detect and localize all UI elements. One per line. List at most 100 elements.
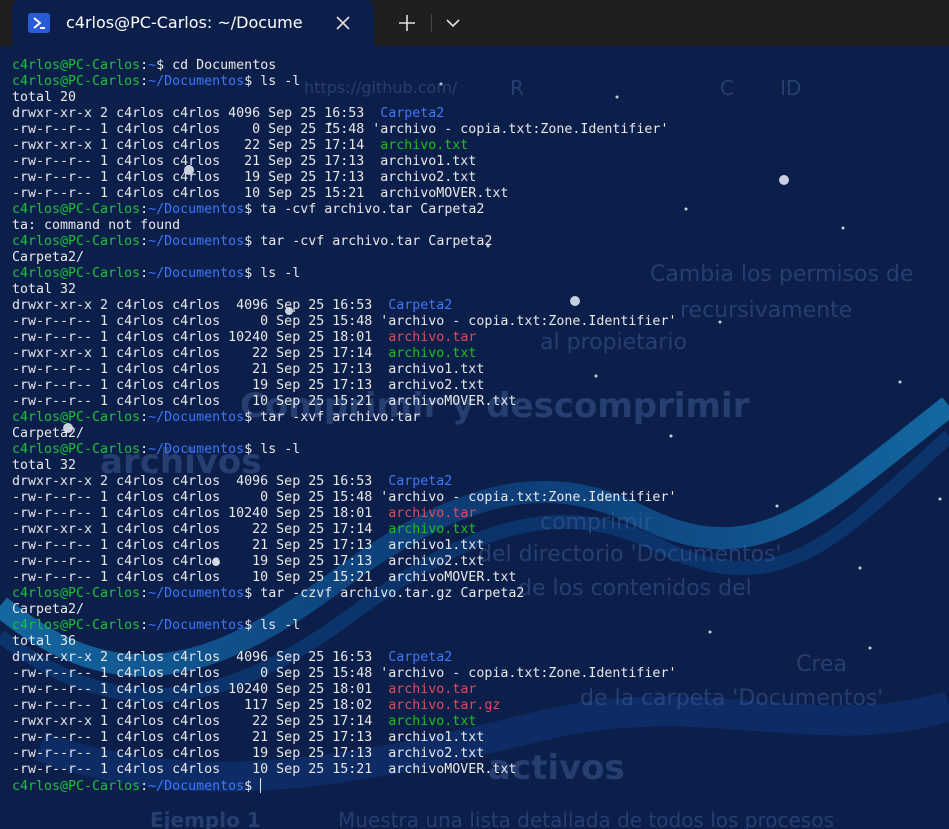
terminal-text: $ [244,779,261,794]
terminal-text: -rw-r--r-- 1 c4rlos c4rlos 10 Sep 25 15:… [12,394,517,409]
terminal-output[interactable]: c4rlos@PC-Carlos:~$ cd Documentos c4rlos@… [12,58,942,818]
terminal-line: -rw-r--r-- 1 c4rlos c4rlos 0 Sep 25 15:4… [12,314,942,330]
terminal-text: -rw-r--r-- 1 c4rlos c4rlos 117 Sep 25 18… [12,698,389,713]
terminal-text: archivo.tar.gz [388,698,501,713]
terminal-line: total 32 [12,282,942,298]
terminal-line: c4rlos@PC-Carlos:~/Documentos$ ls -l [12,266,942,282]
terminal-line: -rw-r--r-- 1 c4rlos c4rlos 0 Sep 25 15:4… [12,122,942,138]
terminal-line: Carpeta2/ [12,250,942,266]
terminal-text: $ tar -cvf archivo.tar Carpeta2 [244,234,493,249]
terminal-line: drwxr-xr-x 2 c4rlos c4rlos 4096 Sep 25 1… [12,474,942,490]
terminal-line: -rw-r--r-- 1 c4rlos c4rlos 10240 Sep 25 … [12,506,942,522]
terminal-text: : [140,266,149,281]
terminal-text: total 36 [12,634,77,649]
prompt-user: c4rlos@PC-Carlos [12,266,141,281]
prompt-path: ~/Documentos [148,410,245,425]
terminal-line: total 32 [12,458,942,474]
prompt-user: c4rlos@PC-Carlos [12,618,141,633]
terminal-text: archivo.txt [388,522,477,537]
terminal-text: total 20 [12,90,77,105]
prompt-user: c4rlos@PC-Carlos [12,74,141,89]
terminal-text: : [140,58,149,73]
prompt-user: c4rlos@PC-Carlos [12,410,141,425]
terminal-text: -rw-r--r-- 1 c4rlos c4rlos 19 Sep 25 17:… [12,746,485,761]
terminal-line: Carpeta2/ [12,602,942,618]
terminal-text: -rw-r--r-- 1 c4rlos c4rlos 21 Sep 25 17:… [12,730,485,745]
terminal-line: -rwxr-xr-x 1 c4rlos c4rlos 22 Sep 25 17:… [12,346,942,362]
terminal-text: drwxr-xr-x 2 c4rlos c4rlos 4096 Sep 25 1… [12,474,389,489]
terminal-text: : [140,234,149,249]
prompt-user: c4rlos@PC-Carlos [12,442,141,457]
terminal-text: -rwxr-xr-x 1 c4rlos c4rlos 22 Sep 25 17:… [12,138,381,153]
terminal-text: total 32 [12,282,77,297]
terminal-line: -rw-r--r-- 1 c4rlos c4rlos 117 Sep 25 18… [12,698,942,714]
terminal-text: Carpeta2 [388,650,453,665]
terminal-line: -rw-r--r-- 1 c4rlos c4rlos 10240 Sep 25 … [12,330,942,346]
terminal-line: c4rlos@PC-Carlos:~/Documentos$ tar -czvf… [12,586,942,602]
terminal-text: drwxr-xr-x 2 c4rlos c4rlos 4096 Sep 25 1… [12,650,389,665]
terminal-line: -rwxr-xr-x 1 c4rlos c4rlos 22 Sep 25 17:… [12,522,942,538]
terminal-text: -rwxr-xr-x 1 c4rlos c4rlos 22 Sep 25 17:… [12,714,389,729]
terminal-tab[interactable]: c4rlos@PC-Carlos: ~/Docume [12,0,374,46]
terminal-line: -rw-r--r-- 1 c4rlos c4rlos 0 Sep 25 15:4… [12,490,942,506]
terminal-line: drwxr-xr-x 2 c4rlos c4rlos 4096 Sep 25 1… [12,106,942,122]
terminal-text: -rw-r--r-- 1 c4rlos c4rlos 21 Sep 25 17:… [12,154,477,169]
terminal-text: Carpeta2 [388,298,453,313]
terminal-text: Carpeta2/ [12,250,85,265]
terminal-text: $ ls -l [244,74,301,89]
terminal-text: Carpeta2/ [12,426,85,441]
terminal-text: -rw-r--r-- 1 c4rlos c4rlos 10 Sep 25 15:… [12,762,517,777]
terminal-text: $ cd Documentos [156,58,277,73]
terminal-line: -rw-r--r-- 1 c4rlos c4rlos 0 Sep 25 15:4… [12,666,942,682]
close-icon[interactable] [332,12,354,34]
terminal-text: archivo.tar [388,682,477,697]
terminal-text: drwxr-xr-x 2 c4rlos c4rlos 4096 Sep 25 1… [12,106,381,121]
terminal-text: archivo.txt [388,714,477,729]
terminal-text: -rw-r--r-- 1 c4rlos c4rlos 10 Sep 25 15:… [12,570,517,585]
terminal-line: c4rlos@PC-Carlos:~/Documentos$ tar -cvf … [12,234,942,250]
terminal-text: $ tar -czvf archivo.tar.gz Carpeta2 [244,586,525,601]
terminal-line: total 36 [12,634,942,650]
terminal-text: -rw-r--r-- 1 c4rlos c4rlos 19 Sep 25 17:… [12,170,477,185]
terminal-text: : [140,410,149,425]
plus-icon[interactable] [395,11,419,35]
terminal-text: $ ls -l [244,618,301,633]
terminal-text: Carpeta2 [388,474,453,489]
terminal-text: : [140,442,149,457]
terminal-line: c4rlos@PC-Carlos:~/Documentos$ ls -l [12,74,942,90]
terminal-text: ta: command not found [12,218,181,233]
terminal-text: -rw-r--r-- 1 c4rlos c4rlos 0 Sep 25 15:4… [12,490,677,505]
terminal-text: -rwxr-xr-x 1 c4rlos c4rlos 22 Sep 25 17:… [12,346,389,361]
terminal-line: ta: command not found [12,218,942,234]
terminal-text: $ ls -l [244,266,301,281]
prompt-path: ~/Documentos [148,266,245,281]
terminal-text: -rw-r--r-- 1 c4rlos c4rlos 19 Sep 25 17:… [12,378,485,393]
terminal-line: -rw-r--r-- 1 c4rlos c4rlos 19 Sep 25 17:… [12,170,942,186]
terminal-text: -rw-r--r-- 1 c4rlos c4rlos 10240 Sep 25 … [12,506,389,521]
prompt-user: c4rlos@PC-Carlos [12,58,141,73]
terminal-text: Carpeta2/ [12,602,85,617]
terminal-line: c4rlos@PC-Carlos:~$ cd Documentos [12,58,942,74]
terminal-text: -rw-r--r-- 1 c4rlos c4rlos 0 Sep 25 15:4… [12,314,677,329]
terminal-text: : [140,618,149,633]
prompt-path: ~/Documentos [148,234,245,249]
terminal-line: -rw-r--r-- 1 c4rlos c4rlos 21 Sep 25 17:… [12,730,942,746]
terminal-line: -rw-r--r-- 1 c4rlos c4rlos 10 Sep 25 15:… [12,394,942,410]
terminal-line: -rw-r--r-- 1 c4rlos c4rlos 21 Sep 25 17:… [12,154,942,170]
tab-separator [431,14,432,32]
terminal-line: c4rlos@PC-Carlos:~/Documentos$ ls -l [12,442,942,458]
tab-title: c4rlos@PC-Carlos: ~/Docume [66,13,303,32]
chevron-down-icon[interactable] [442,11,464,35]
terminal-line: -rw-r--r-- 1 c4rlos c4rlos 21 Sep 25 17:… [12,538,942,554]
terminal-line: -rw-r--r-- 1 c4rlos c4rlos 19 Sep 25 17:… [12,378,942,394]
terminal-line: drwxr-xr-x 2 c4rlos c4rlos 4096 Sep 25 1… [12,298,942,314]
terminal-line: c4rlos@PC-Carlos:~/Documentos$ tar -xvf … [12,410,942,426]
terminal-text: archivo.tar [388,330,477,345]
terminal-text: archivo.txt [380,138,469,153]
terminal-text: total 32 [12,458,77,473]
prompt-path: ~/Documentos [148,74,245,89]
prompt-path: ~/Documentos [148,779,245,794]
terminal-text: : [140,586,149,601]
prompt-user: c4rlos@PC-Carlos [12,586,141,601]
prompt-path: ~/Documentos [148,202,245,217]
